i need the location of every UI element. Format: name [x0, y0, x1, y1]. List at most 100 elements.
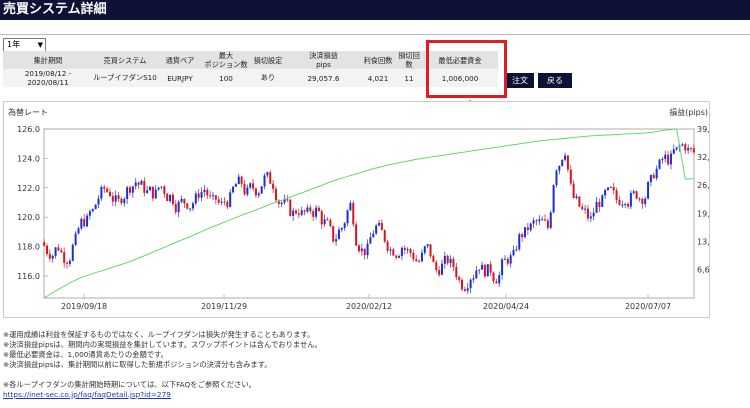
note-spacer: [3, 370, 322, 380]
candle-body: [137, 182, 140, 185]
candle-body: [400, 247, 403, 256]
candle-body: [612, 187, 615, 191]
candle-body: [515, 249, 518, 251]
y-axis-title: 為替レート: [8, 107, 48, 117]
candle-body: [635, 191, 638, 199]
candle-body: [174, 204, 177, 213]
profit-line: [43, 128, 695, 299]
candle-body: [429, 244, 432, 257]
candle-body: [687, 148, 690, 151]
candle-body: [475, 270, 478, 279]
candle-body: [478, 269, 481, 271]
candle-body: [48, 253, 51, 259]
y-tick-label: 116.0: [17, 272, 40, 281]
x-tick-label: 2019/11/29: [201, 302, 247, 311]
candle-body: [140, 180, 143, 185]
candle-body: [652, 174, 655, 179]
candle-body: [592, 212, 595, 217]
candle-body: [418, 261, 421, 263]
candle-body: [157, 187, 160, 190]
candle-body: [111, 196, 114, 202]
candle-body: [415, 259, 418, 262]
candle-body: [320, 211, 323, 225]
candle-body: [581, 206, 584, 210]
candle-body: [629, 193, 632, 207]
candle-body: [108, 191, 111, 197]
candle-body: [549, 212, 552, 228]
candle-body: [455, 266, 458, 278]
candle-body: [512, 249, 515, 256]
candle-body: [446, 255, 449, 264]
candle-body: [555, 170, 558, 186]
period-select[interactable]: 1年 ▼: [3, 38, 46, 52]
candle-body: [134, 182, 137, 187]
y2-axis-title: 損益(pips): [669, 107, 708, 117]
candle-body: [489, 264, 492, 273]
candle-body: [546, 220, 549, 228]
candle-body: [675, 147, 678, 150]
candle-body: [71, 244, 74, 261]
candle-body: [317, 207, 320, 212]
candle-body: [535, 220, 538, 222]
x-tick-label: 2019/09/18: [61, 302, 107, 311]
note-line: ※各ループイフダンの集計開始時期については、以下FAQをご参照ください。: [3, 380, 256, 389]
table-cell: 4,021: [360, 69, 396, 87]
window-title: 売買システム詳細: [0, 0, 750, 20]
candle-body: [126, 187, 129, 200]
candle-body: [289, 199, 292, 216]
faq-link[interactable]: https://inet-sec.co.jp/faq/faqDetail.jsp…: [3, 390, 171, 399]
candle-body: [240, 176, 243, 184]
col-header: 最大 ポジション数: [203, 51, 249, 69]
candle-body: [337, 229, 340, 240]
candle-body: [257, 193, 260, 196]
candle-body: [366, 243, 369, 256]
candle-body: [618, 199, 621, 205]
candle-body: [295, 210, 298, 214]
candle-body: [684, 144, 687, 151]
candle-body: [329, 220, 332, 227]
y2-tick-label: 6,604.5: [697, 265, 709, 274]
candle-body: [561, 159, 564, 166]
candle-body: [541, 219, 544, 221]
highlight-box: [426, 40, 507, 98]
candle-body: [395, 255, 398, 258]
candle-body: [232, 186, 235, 193]
candle-body: [509, 255, 512, 264]
back-button[interactable]: 戻る: [538, 73, 572, 88]
candle-body: [180, 198, 183, 202]
note-line: ※最低必要資金は、1,000通貨あたりの金額です。: [3, 350, 168, 359]
y2-tick-label: 19,599.1: [697, 209, 709, 218]
candle-body: [280, 202, 283, 205]
candle-body: [63, 252, 66, 263]
candle-body: [664, 154, 667, 160]
col-header: 利食回数: [360, 51, 396, 69]
candle-body: [578, 196, 581, 207]
candle-body: [263, 175, 266, 187]
col-header: 集計期間: [3, 51, 93, 69]
candle-body: [160, 186, 163, 188]
table-cell: ループイフダンS10: [93, 69, 157, 87]
chart-svg: 為替レート 損益(pips) 116.0 118.0 120.0 122.0 124.0 12…: [8, 107, 733, 311]
y2-tick-label: 13,101.8: [697, 237, 709, 246]
candle-body: [220, 201, 223, 203]
x-tick-label: 2020/02/12: [346, 302, 392, 311]
candle-body: [423, 246, 426, 253]
candle-body: [647, 181, 650, 199]
candle-body: [661, 159, 664, 161]
candle-body: [389, 249, 392, 251]
candle-body: [151, 186, 154, 199]
candle-body: [166, 193, 169, 202]
order-button[interactable]: 注文: [506, 73, 534, 88]
candle-body: [272, 183, 275, 189]
candle-body: [435, 262, 438, 271]
candle-body: [326, 219, 329, 221]
candle-body: [349, 203, 352, 211]
y-tick-label: 124.0: [17, 154, 40, 163]
candle-body: [169, 194, 172, 202]
candle-body: [383, 230, 386, 242]
candle-body: [143, 180, 146, 193]
candle-body: [692, 148, 695, 153]
candle-body: [498, 275, 501, 284]
candle-body: [449, 258, 452, 264]
candle-body: [183, 198, 186, 204]
